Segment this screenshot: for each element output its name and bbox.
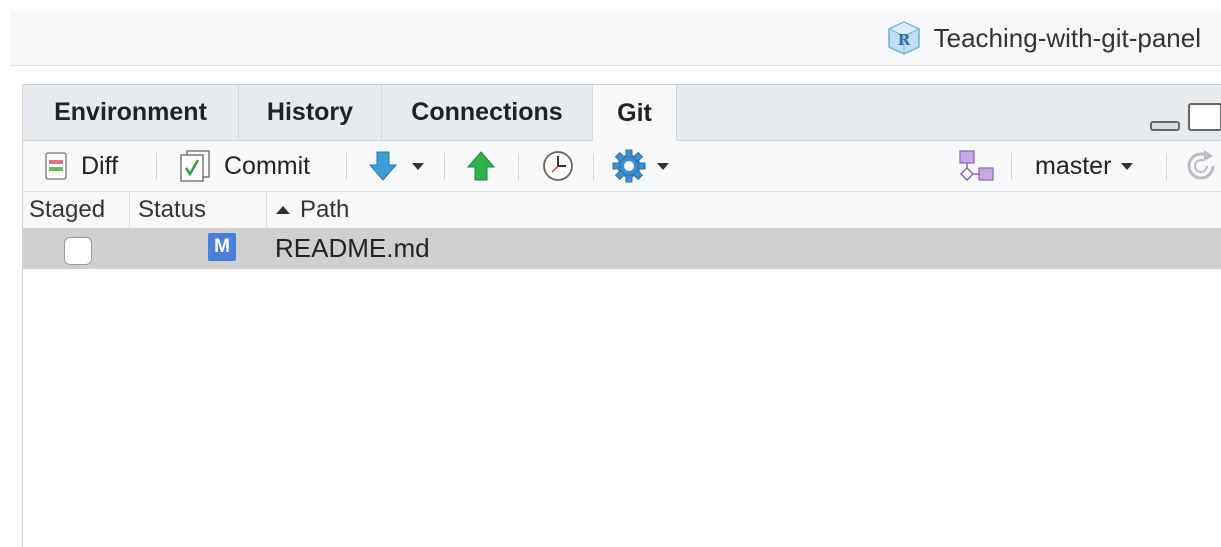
pull-options-caret-icon[interactable] <box>412 162 424 170</box>
commit-button[interactable]: Commit <box>178 141 310 191</box>
maximize-pane-button[interactable] <box>1188 103 1221 131</box>
new-branch-icon <box>959 150 994 182</box>
tab-environment[interactable]: Environment <box>23 85 239 140</box>
column-path-label: Path <box>300 196 350 223</box>
branch-name: master <box>1035 151 1112 180</box>
diff-icon <box>45 152 67 180</box>
toolbar-separator <box>444 153 445 180</box>
toolbar-separator <box>346 153 347 180</box>
project-name: Teaching-with-git-panel <box>933 22 1201 53</box>
project-menu[interactable]: R Teaching-with-git-panel <box>886 20 1201 56</box>
more-options-caret-icon <box>657 162 669 170</box>
minimize-pane-button[interactable] <box>1150 121 1180 131</box>
project-bar: R Teaching-with-git-panel <box>10 11 1221 66</box>
file-list-header: Staged Status Path <box>23 192 1221 229</box>
clock-icon <box>543 151 573 181</box>
git-pane: Environment History Connections Git Diff <box>22 84 1221 547</box>
pull-down-arrow-icon <box>368 151 398 181</box>
refresh-icon <box>1187 150 1215 180</box>
column-header-path[interactable]: Path <box>266 192 566 228</box>
pane-tab-bar: Environment History Connections Git <box>23 85 1221 141</box>
column-status-label: Status <box>138 196 207 223</box>
commit-label: Commit <box>224 151 311 180</box>
file-path: README.md <box>275 233 430 263</box>
file-row[interactable]: M README.md <box>23 228 1221 269</box>
toolbar-separator <box>518 153 519 180</box>
toolbar-separator <box>1166 153 1167 180</box>
pane-window-controls <box>1150 103 1221 131</box>
sort-ascending-icon <box>276 206 290 214</box>
tab-connections[interactable]: Connections <box>382 85 593 140</box>
staged-checkbox[interactable] <box>64 237 92 265</box>
r-project-cube-icon: R <box>887 21 920 55</box>
diff-button[interactable]: Diff <box>45 141 118 191</box>
pull-button[interactable] <box>368 141 424 191</box>
tab-history[interactable]: History <box>239 85 382 140</box>
git-toolbar: Diff Commit master <box>23 141 1221 192</box>
commit-icon <box>180 150 210 182</box>
column-header-staged[interactable]: Staged <box>29 192 129 228</box>
new-branch-button[interactable] <box>958 141 996 191</box>
tab-connections-label: Connections <box>411 98 563 126</box>
push-up-arrow-icon <box>466 151 496 181</box>
tab-environment-label: Environment <box>54 98 207 126</box>
branch-caret-icon <box>1121 162 1134 170</box>
gear-icon <box>612 149 646 183</box>
branch-select[interactable]: master <box>1035 141 1134 191</box>
column-staged-label: Staged <box>29 196 106 223</box>
diff-label: Diff <box>81 151 119 180</box>
tab-history-label: History <box>266 98 354 126</box>
column-header-status[interactable]: Status <box>129 192 266 228</box>
modified-status-badge: M <box>208 233 236 261</box>
tab-git[interactable]: Git <box>593 85 677 141</box>
toolbar-separator <box>1011 153 1012 180</box>
toolbar-separator <box>156 153 157 180</box>
push-button[interactable] <box>466 141 496 191</box>
svg-text:R: R <box>897 31 910 49</box>
history-button[interactable] <box>541 141 575 191</box>
more-button[interactable] <box>611 141 669 191</box>
toolbar-separator <box>593 153 594 180</box>
refresh-button[interactable] <box>1183 141 1219 191</box>
tab-git-label: Git <box>617 98 652 127</box>
